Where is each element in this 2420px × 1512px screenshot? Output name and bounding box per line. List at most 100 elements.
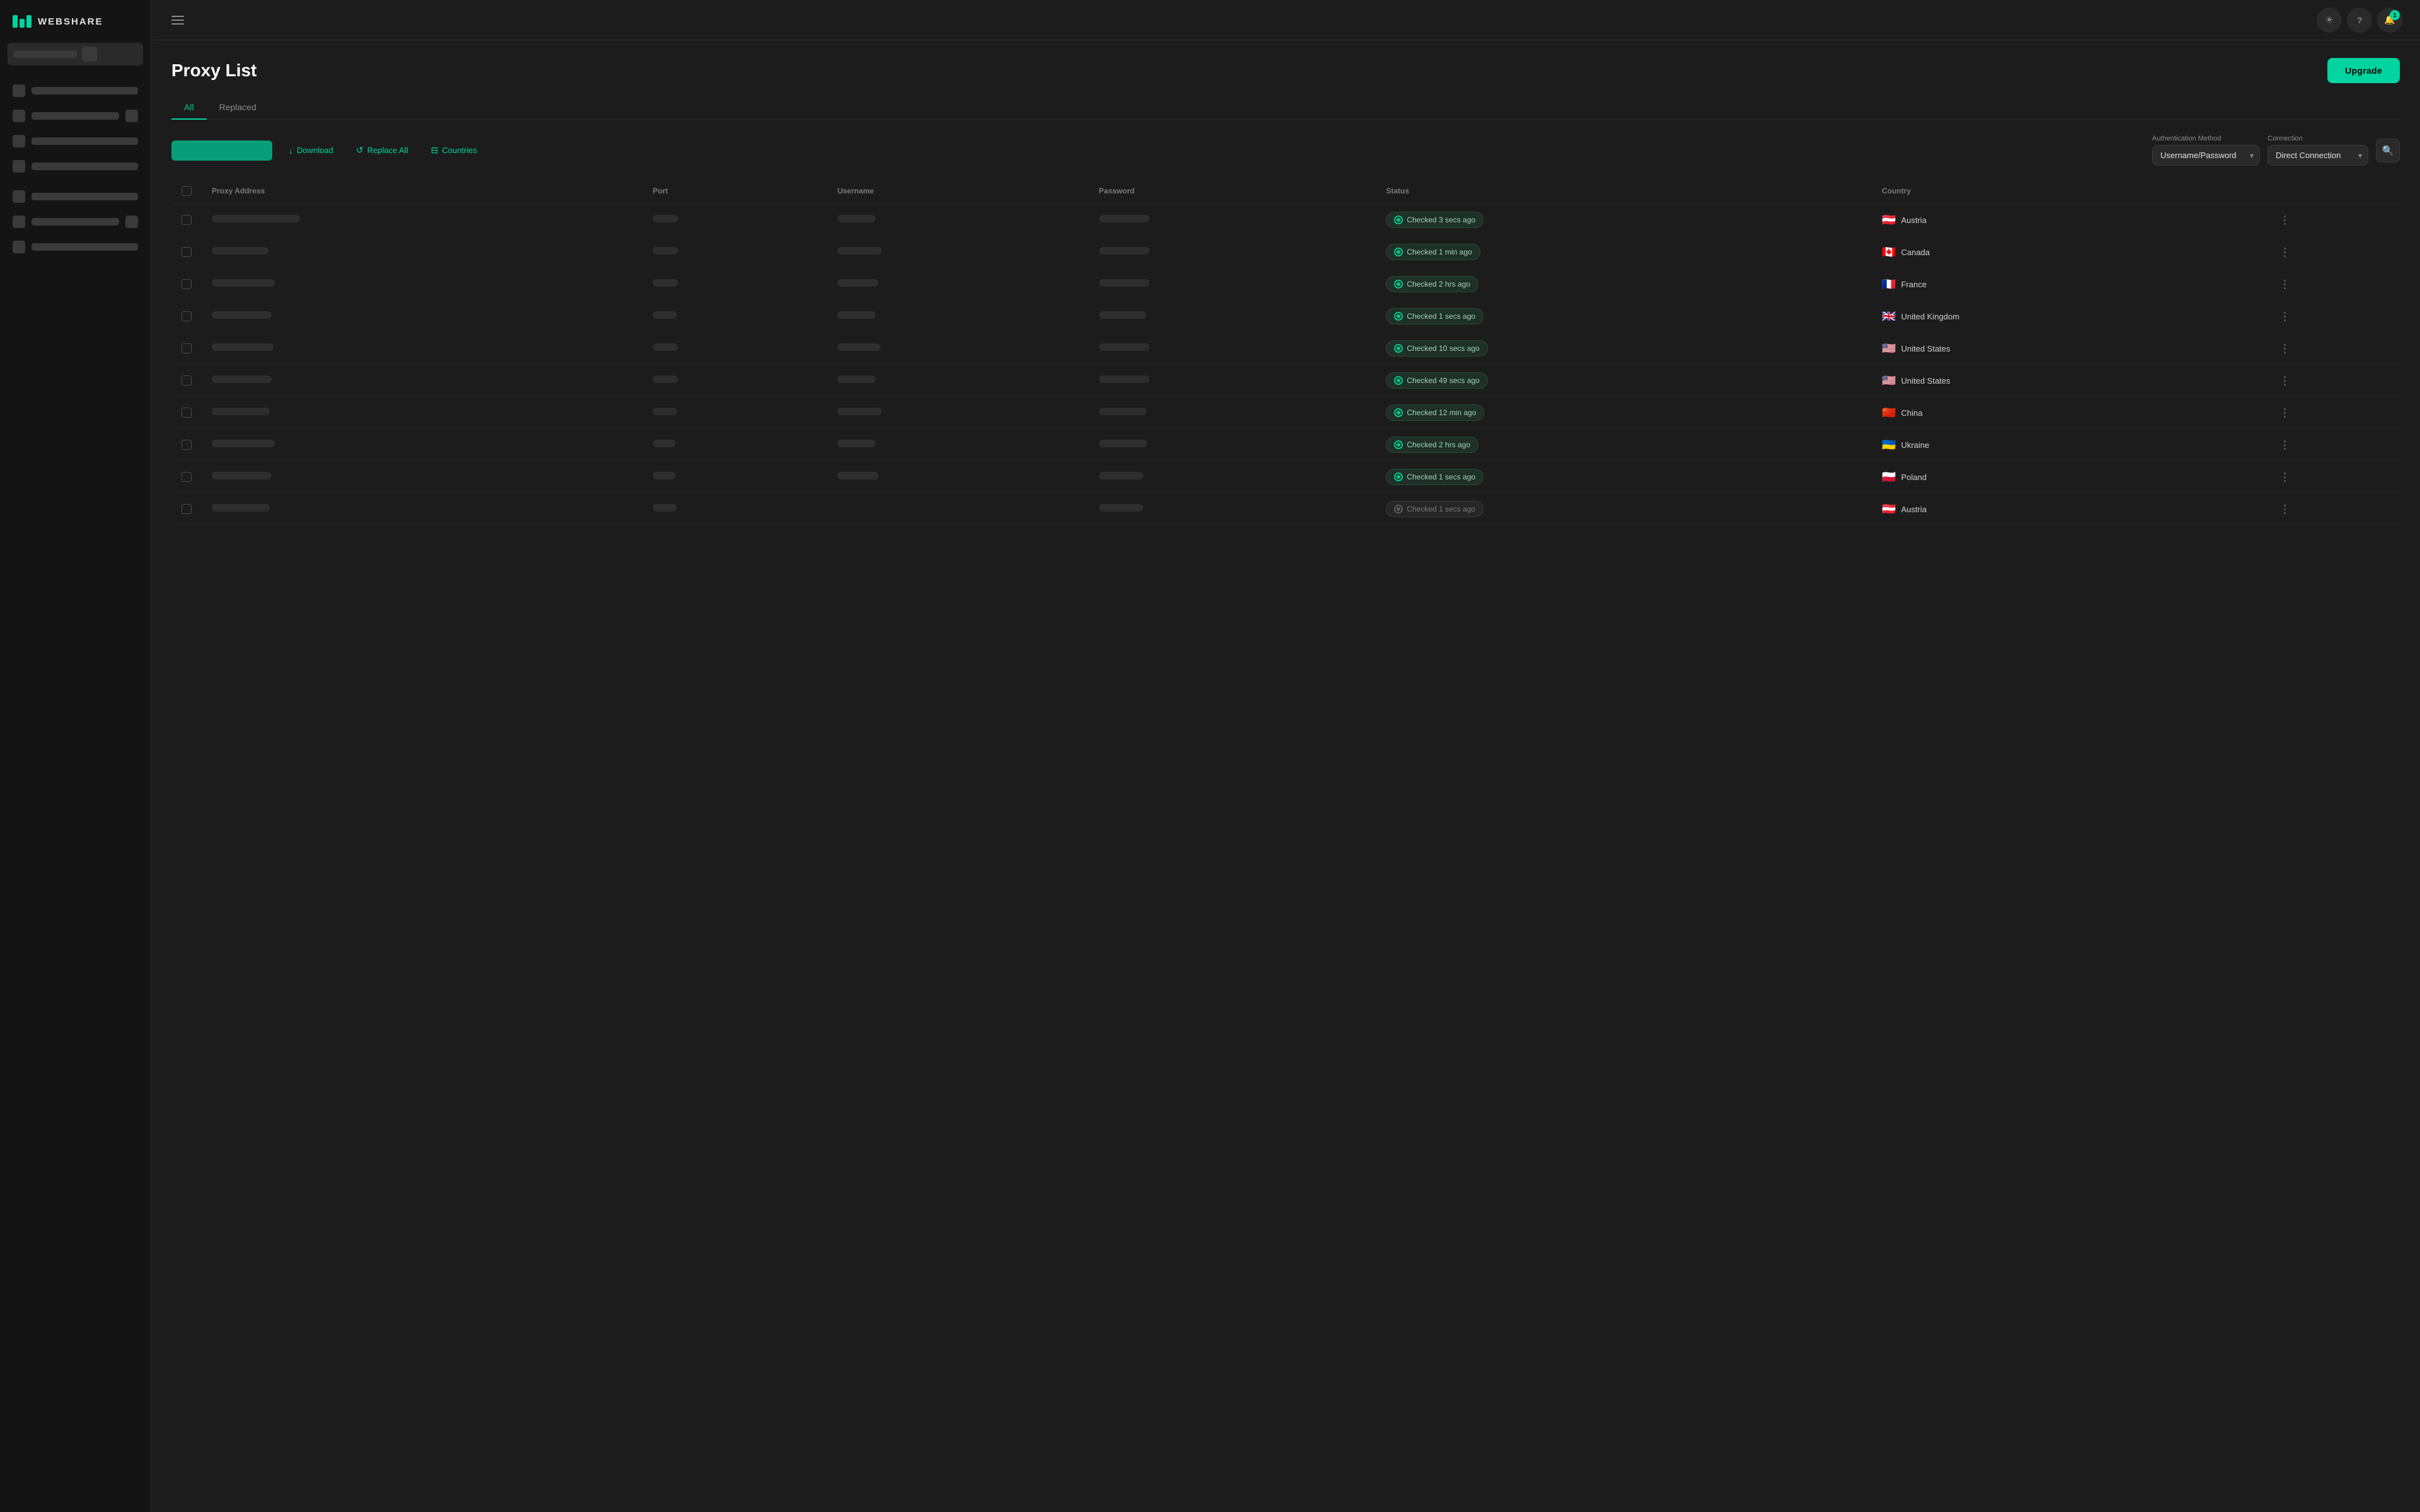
- port-cell-4: [643, 333, 827, 365]
- sidebar: WEBSHARE: [0, 0, 151, 1512]
- more-menu-button-3[interactable]: [2279, 309, 2291, 324]
- status-check-inner-1: [1397, 250, 1400, 254]
- proxy-address-cell-9: [202, 493, 643, 525]
- countries-button[interactable]: Countries: [425, 141, 483, 159]
- sidebar-item-4[interactable]: [0, 154, 151, 179]
- sidebar-search-btn[interactable]: [82, 47, 97, 62]
- notification-button[interactable]: 🔔 1: [2377, 8, 2402, 33]
- more-dot-3-9: [2284, 512, 2286, 514]
- country-name-1: Canada: [1901, 248, 1930, 257]
- status-check-icon-1: [1394, 248, 1403, 256]
- auth-method-select[interactable]: Username/Password IP Whitelist: [2152, 145, 2260, 166]
- flag-icon-5: 🇺🇸: [1882, 374, 1896, 387]
- sidebar-label-4: [32, 163, 138, 170]
- upgrade-button[interactable]: Upgrade: [2327, 58, 2400, 83]
- hamburger-line-3: [171, 23, 184, 25]
- country-name-0: Austria: [1901, 215, 1927, 225]
- row-checkbox-3[interactable]: [182, 311, 192, 321]
- port-cell-6: [643, 397, 827, 429]
- more-menu-button-0[interactable]: [2279, 213, 2291, 227]
- country-name-2: France: [1901, 280, 1927, 289]
- download-label: Download: [297, 146, 333, 155]
- tab-replaced[interactable]: Replaced: [207, 96, 269, 120]
- connection-select[interactable]: Direct Connection Upstream Proxy: [2267, 145, 2368, 166]
- sidebar-item-7[interactable]: [0, 234, 151, 260]
- sidebar-item-5[interactable]: [0, 184, 151, 209]
- sidebar-item-2[interactable]: [0, 103, 151, 129]
- more-menu-button-2[interactable]: [2279, 277, 2291, 292]
- more-dot-1-5: [2284, 376, 2286, 378]
- status-badge-8: Checked 1 secs ago: [1386, 469, 1484, 485]
- password-cell-2: [1089, 268, 1376, 301]
- main-area: ☀ ? 🔔 1 Proxy List Upgrade All Replaced: [151, 0, 2420, 1512]
- row-checkbox-0[interactable]: [182, 215, 192, 225]
- row-checkbox-9[interactable]: [182, 504, 192, 514]
- more-menu-button-5[interactable]: [2279, 374, 2291, 388]
- password-skeleton-1: [1099, 247, 1150, 255]
- username-skeleton-4: [838, 343, 880, 351]
- sidebar-item-6[interactable]: [0, 209, 151, 234]
- port-skeleton-4: [653, 343, 678, 351]
- row-checkbox-5[interactable]: [182, 375, 192, 386]
- toolbar: Download Replace All Countries Authentic…: [171, 135, 2400, 166]
- actions-cell-7: [2269, 429, 2400, 461]
- more-menu-button-8[interactable]: [2279, 470, 2291, 484]
- country-display-6: 🇨🇳 China: [1882, 406, 2259, 420]
- username-cell-2: [827, 268, 1089, 301]
- header-select-all[interactable]: [171, 178, 202, 204]
- table-row: Checked 1 min ago 🇨🇦 Canada: [171, 236, 2400, 268]
- help-icon: ?: [2357, 15, 2363, 25]
- more-dot-1-7: [2284, 440, 2286, 442]
- hamburger-button[interactable]: [169, 13, 187, 27]
- table-row: Checked 1 secs ago 🇬🇧 United Kingdom: [171, 301, 2400, 333]
- replace-all-button[interactable]: Replace All: [350, 141, 415, 159]
- row-checkbox-8[interactable]: [182, 472, 192, 482]
- more-menu-button-1[interactable]: [2279, 245, 2291, 260]
- port-cell-3: [643, 301, 827, 333]
- proxy-address-skeleton-2: [212, 279, 275, 287]
- proxy-address-cell-2: [202, 268, 643, 301]
- more-menu-button-7[interactable]: [2279, 438, 2291, 452]
- sidebar-item-1[interactable]: [0, 78, 151, 103]
- filter-controls: Authentication Method Username/Password …: [2152, 135, 2400, 166]
- row-checkbox-7[interactable]: [182, 440, 192, 450]
- sidebar-search-box[interactable]: [8, 43, 143, 66]
- country-cell-2: 🇫🇷 France: [1872, 268, 2269, 301]
- country-name-9: Austria: [1901, 505, 1927, 514]
- tab-all[interactable]: All: [171, 96, 207, 120]
- status-check-icon-0: [1394, 215, 1403, 224]
- more-menu-button-6[interactable]: [2279, 406, 2291, 420]
- select-all-checkbox[interactable]: [182, 186, 192, 196]
- help-button[interactable]: ?: [2347, 8, 2372, 33]
- row-checkbox-6[interactable]: [182, 408, 192, 418]
- row-checkbox-2[interactable]: [182, 279, 192, 289]
- sidebar-label-2: [32, 112, 119, 120]
- country-display-9: 🇦🇹 Austria: [1882, 503, 2259, 516]
- theme-toggle-button[interactable]: ☀: [2317, 8, 2342, 33]
- progress-bar: [171, 140, 272, 161]
- download-button[interactable]: Download: [282, 142, 340, 159]
- username-cell-9: [827, 493, 1089, 525]
- row-checkbox-4[interactable]: [182, 343, 192, 353]
- status-check-inner-9: [1397, 507, 1400, 511]
- country-cell-4: 🇺🇸 United States: [1872, 333, 2269, 365]
- logo-bar-3: [26, 15, 32, 28]
- more-menu-button-9[interactable]: [2279, 502, 2291, 517]
- status-badge-7: Checked 2 hrs ago: [1386, 437, 1478, 453]
- row-checkbox-cell: [171, 301, 202, 333]
- more-menu-button-4[interactable]: [2279, 341, 2291, 356]
- sidebar-item-3[interactable]: [0, 129, 151, 154]
- search-button[interactable]: 🔍: [2376, 139, 2400, 163]
- more-dot-2-9: [2284, 508, 2286, 510]
- row-checkbox-1[interactable]: [182, 247, 192, 257]
- col-proxy-address: Proxy Address: [202, 178, 643, 204]
- country-display-0: 🇦🇹 Austria: [1882, 214, 2259, 227]
- more-dot-1-1: [2284, 248, 2286, 249]
- status-badge-2: Checked 2 hrs ago: [1386, 276, 1478, 292]
- status-text-5: Checked 49 secs ago: [1407, 376, 1479, 385]
- username-cell-8: [827, 461, 1089, 493]
- proxy-address-skeleton-9: [212, 504, 270, 512]
- username-cell-5: [827, 365, 1089, 397]
- auth-method-label: Authentication Method: [2152, 135, 2260, 142]
- status-badge-1: Checked 1 min ago: [1386, 244, 1480, 260]
